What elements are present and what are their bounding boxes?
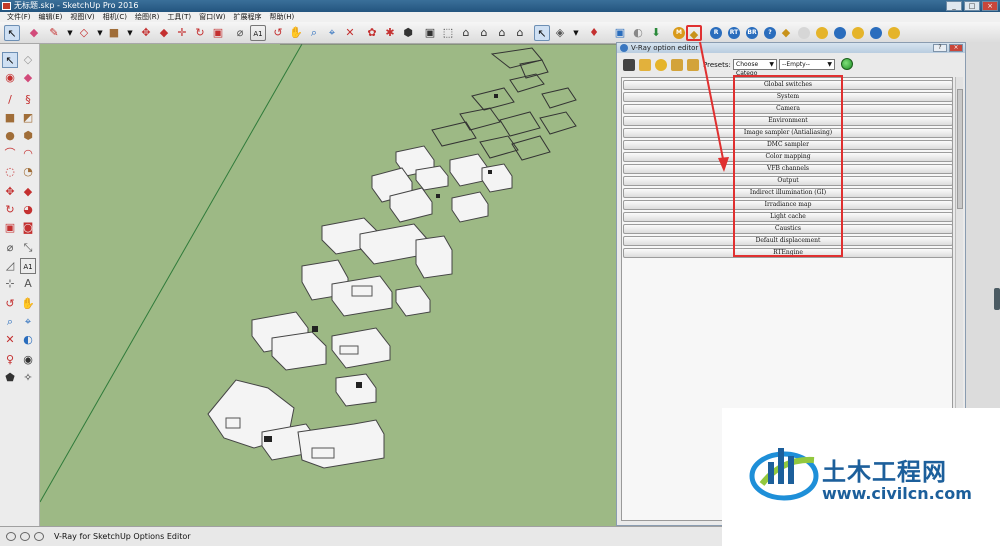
watermark-url: www.civilcn.com — [822, 484, 972, 503]
civilcn-logo-icon — [749, 448, 819, 501]
watermark: 土木工程网 www.civilcn.com — [722, 408, 1000, 546]
tray-handle[interactable] — [994, 288, 1000, 310]
watermark-title: 土木工程网 — [822, 458, 947, 486]
